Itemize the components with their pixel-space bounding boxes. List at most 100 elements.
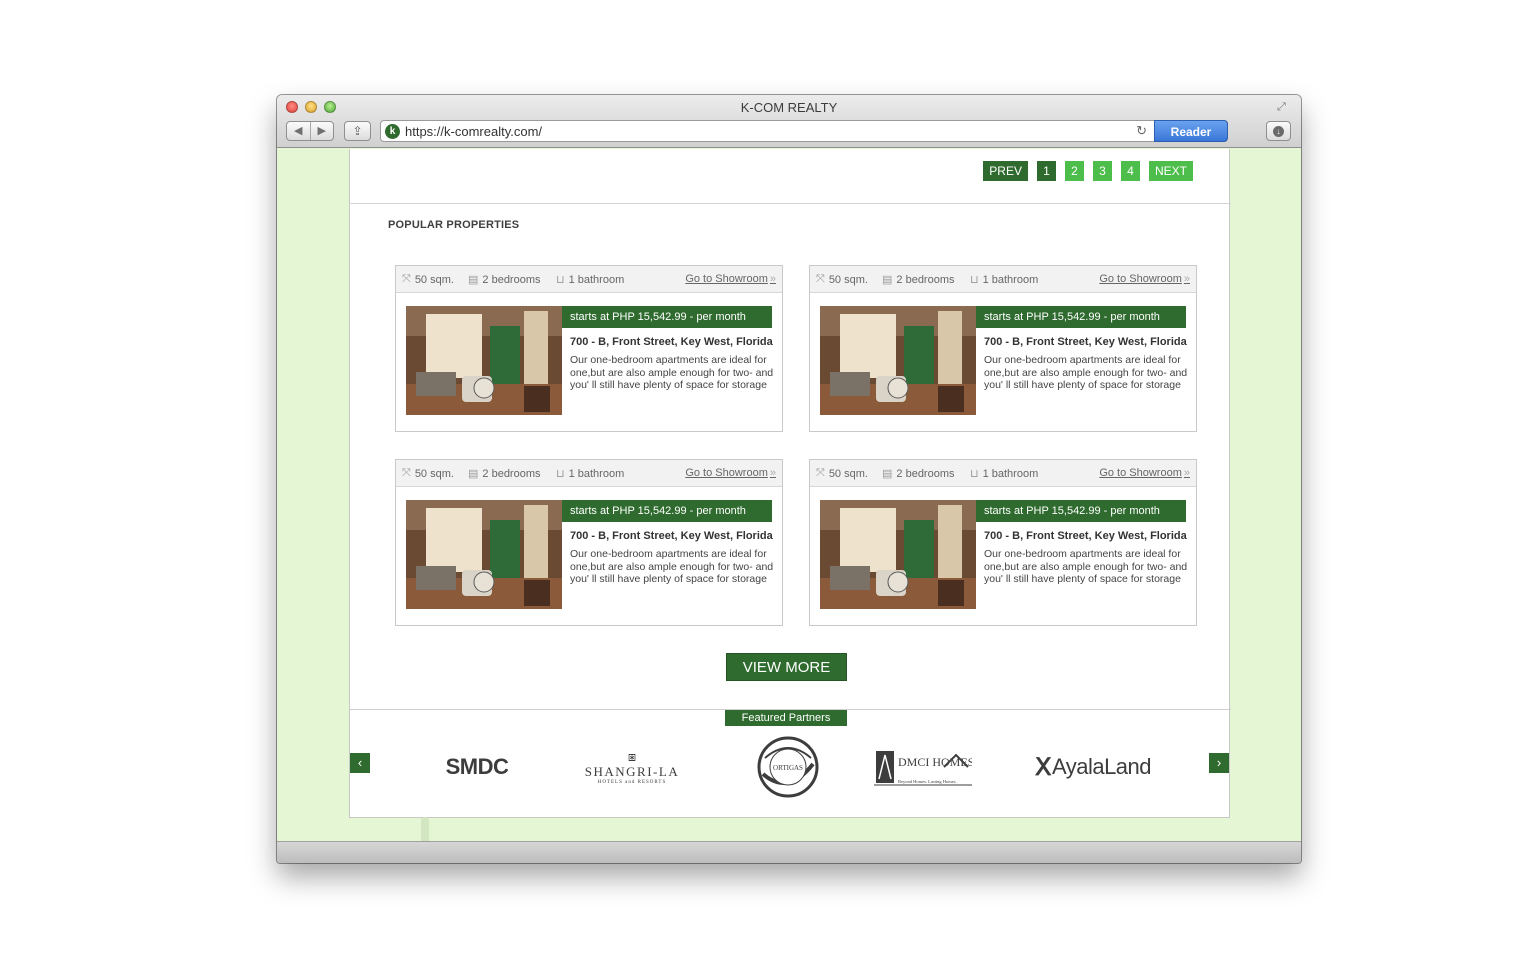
shangri-la-name: SHANGRI-LA xyxy=(584,763,680,779)
partner-logo-ortigas[interactable]: ORTIGAS xyxy=(748,736,828,798)
spec-area-text: 50 sqm. xyxy=(828,273,868,286)
spec-bedrooms-text: 2 bedrooms xyxy=(896,467,955,480)
property-photo[interactable] xyxy=(406,306,562,415)
chevron-left-icon: ‹ xyxy=(357,755,363,770)
price-banner: starts at PHP 15,542.99 - per month xyxy=(976,306,1186,328)
view-more-button[interactable]: VIEW MORE xyxy=(726,653,847,681)
share-button[interactable]: ⇪ xyxy=(344,121,371,141)
spec-bathrooms-text: 1 bathroom xyxy=(982,273,1039,286)
pagination-page-2[interactable]: 2 xyxy=(1064,161,1084,181)
property-card: ⤧ 50 sqm. ▤ 2 bedrooms ⊔ 1 bathroom Go to S… xyxy=(395,265,783,432)
spec-bathrooms-text: 1 bathroom xyxy=(568,467,625,480)
dmci-homes-logo-icon: DMCI HOMES Beyond Homes. Lasting Homes. xyxy=(874,751,972,786)
spec-bathrooms: ⊔ 1 bathroom xyxy=(970,273,1039,287)
price-banner: starts at PHP 15,542.99 - per month xyxy=(976,500,1186,522)
shangri-la-subtitle: HOTELS and RESORTS xyxy=(597,779,667,785)
spec-area-text: 50 sqm. xyxy=(414,467,454,480)
back-button[interactable]: ◀ xyxy=(287,122,310,140)
spec-bathrooms: ⊔ 1 bathroom xyxy=(970,467,1039,481)
spec-area: ⤧ 50 sqm. xyxy=(402,467,454,480)
property-photo[interactable] xyxy=(820,306,976,415)
bed-icon: ▤ xyxy=(468,274,479,286)
spec-area: ⤧ 50 sqm. xyxy=(816,273,868,286)
spec-bedrooms: ▤ 2 bedrooms xyxy=(882,273,955,287)
partners-next-button[interactable]: › xyxy=(1209,753,1229,773)
pagination-page-4[interactable]: 4 xyxy=(1120,161,1140,181)
area-icon: ⤧ xyxy=(816,467,825,479)
showroom-link-text: Go to Showroom xyxy=(1099,273,1182,285)
pagination-prev[interactable]: PREV xyxy=(983,161,1028,181)
divider xyxy=(350,203,1231,204)
ayala-land-mark-icon: Ⅹ xyxy=(1034,753,1051,781)
property-photo[interactable] xyxy=(820,500,976,609)
double-chevron-icon: » xyxy=(1183,273,1190,285)
page-viewport: PREV 1 2 3 4 NEXT POPULAR PROPERTIES ⤧ 50… xyxy=(277,149,1301,841)
partner-logo-dmci[interactable]: DMCI HOMES Beyond Homes. Lasting Homes. xyxy=(873,737,973,797)
card-specs: ⤧ 50 sqm. ▤ 2 bedrooms ⊔ 1 bathroom Go to S… xyxy=(810,460,1196,487)
spec-area-text: 50 sqm. xyxy=(414,273,454,286)
spec-area: ⤧ 50 sqm. xyxy=(402,273,454,286)
pagination-next[interactable]: NEXT xyxy=(1148,161,1193,181)
ortigas-logo-icon: ORTIGAS xyxy=(757,736,819,798)
area-icon: ⤧ xyxy=(402,273,411,285)
card-specs: ⤧ 50 sqm. ▤ 2 bedrooms ⊔ 1 bathroom Go to S… xyxy=(396,460,782,487)
spec-bathrooms-text: 1 bathroom xyxy=(982,467,1039,480)
property-address: 700 - B, Front Street, Key West, Florida xyxy=(570,336,773,348)
price-banner: starts at PHP 15,542.99 - per month xyxy=(562,306,772,328)
browser-titlebar: K-COM REALTY ⤢ ◀ ▶ ⇪ k https://k-comreal… xyxy=(277,95,1301,148)
double-chevron-icon: » xyxy=(769,467,776,479)
area-icon: ⤧ xyxy=(402,467,411,479)
showroom-link-text: Go to Showroom xyxy=(685,273,768,285)
window-title: K-COM REALTY xyxy=(740,100,838,115)
showroom-link[interactable]: Go to Showroom» xyxy=(1099,467,1190,479)
property-card: ⤧ 50 sqm. ▤ 2 bedrooms ⊔ 1 bathroom Go to S… xyxy=(809,459,1197,626)
pagination: PREV 1 2 3 4 NEXT xyxy=(983,161,1193,181)
history-nav: ◀ ▶ xyxy=(286,121,334,141)
reload-icon[interactable]: ↻ xyxy=(1136,123,1147,139)
property-address: 700 - B, Front Street, Key West, Florida xyxy=(570,530,773,542)
dmci-homes-text: DMCI HOMES xyxy=(898,755,972,769)
living-room-image xyxy=(820,500,976,609)
showroom-link-text: Go to Showroom xyxy=(1099,467,1182,479)
living-room-image xyxy=(406,306,562,415)
forward-button[interactable]: ▶ xyxy=(309,122,334,140)
property-photo[interactable] xyxy=(406,500,562,609)
spec-bathrooms-text: 1 bathroom xyxy=(568,273,625,286)
spec-bedrooms: ▤ 2 bedrooms xyxy=(468,273,541,287)
downloads-button[interactable]: ↓ xyxy=(1266,121,1291,141)
double-chevron-icon: » xyxy=(1183,467,1190,479)
spec-bedrooms: ▤ 2 bedrooms xyxy=(882,467,955,481)
property-address: 700 - B, Front Street, Key West, Florida xyxy=(984,530,1187,542)
section-title: POPULAR PROPERTIES xyxy=(388,219,520,231)
browser-window: K-COM REALTY ⤢ ◀ ▶ ⇪ k https://k-comreal… xyxy=(277,95,1301,863)
reader-button[interactable]: Reader xyxy=(1154,120,1228,142)
property-description: Our one-bedroom apartments are ideal for… xyxy=(984,548,1188,585)
bathtub-icon: ⊔ xyxy=(556,468,565,480)
showroom-link[interactable]: Go to Showroom» xyxy=(685,467,776,479)
bed-icon: ▤ xyxy=(468,468,479,480)
address-bar[interactable]: k https://k-comrealty.com/ ↻ Reader xyxy=(380,120,1228,142)
bathtub-icon: ⊔ xyxy=(556,274,565,286)
pagination-page-3[interactable]: 3 xyxy=(1092,161,1112,181)
partners-prev-button[interactable]: ‹ xyxy=(350,753,370,773)
background-decoration xyxy=(421,817,429,841)
pagination-page-1[interactable]: 1 xyxy=(1036,161,1056,181)
card-specs: ⤧ 50 sqm. ▤ 2 bedrooms ⊔ 1 bathroom Go to S… xyxy=(810,266,1196,293)
showroom-link[interactable]: Go to Showroom» xyxy=(1099,273,1190,285)
partner-logo-shangri-la[interactable]: ⧆ SHANGRI-LA HOTELS and RESORTS xyxy=(582,737,682,797)
spec-bedrooms-text: 2 bedrooms xyxy=(896,273,955,286)
property-address: 700 - B, Front Street, Key West, Florida xyxy=(984,336,1187,348)
bed-icon: ▤ xyxy=(882,468,893,480)
partner-logo-smdc[interactable]: SMDC xyxy=(430,737,524,797)
living-room-image xyxy=(406,500,562,609)
partner-logo-ayala-land[interactable]: Ⅹ AyalaLand xyxy=(1028,737,1158,797)
download-icon: ↓ xyxy=(1273,126,1284,137)
spec-bathrooms: ⊔ 1 bathroom xyxy=(556,273,625,287)
browser-statusbar xyxy=(277,841,1301,863)
spec-bedrooms-text: 2 bedrooms xyxy=(482,467,541,480)
showroom-link[interactable]: Go to Showroom» xyxy=(685,273,776,285)
living-room-image xyxy=(820,306,976,415)
page-content: PREV 1 2 3 4 NEXT POPULAR PROPERTIES ⤧ 50… xyxy=(349,149,1231,818)
url-text[interactable]: https://k-comrealty.com/ xyxy=(405,124,542,139)
fullscreen-icon[interactable]: ⤢ xyxy=(1277,101,1291,115)
